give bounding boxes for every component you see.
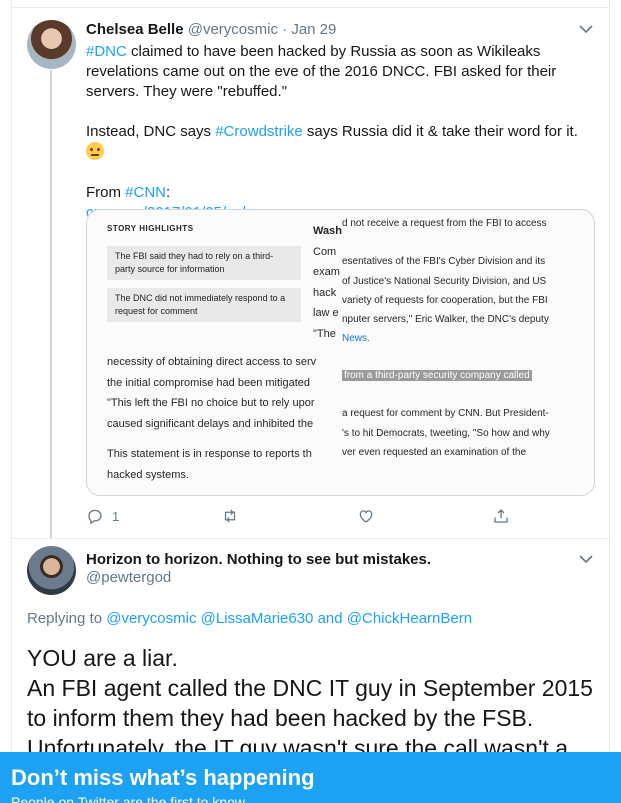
share-button[interactable] (492, 507, 510, 525)
display-name[interactable]: Chelsea Belle (86, 21, 184, 38)
reply-icon (88, 509, 102, 525)
article-fragment: a request for comment by CNN. But Presid… (342, 408, 549, 420)
article-body-right: from a third-party security company call… (342, 366, 550, 462)
article-fragment: hacked systems. (107, 468, 189, 481)
article-fragment: hack (313, 286, 337, 299)
tweet-body: #DNC claimed to have been hacked by Russ… (86, 42, 596, 223)
article-fragment: caused significant delays and inhibited … (107, 417, 314, 430)
retweet-button[interactable] (221, 507, 239, 525)
divider (11, 7, 610, 8)
article-fragment: variety of requests for cooperation, but… (342, 294, 548, 306)
divider (11, 538, 610, 539)
retweet-icon (224, 509, 236, 523)
tweet-text-line: From (86, 184, 126, 201)
mention-link[interactable]: @ChickHearnBern (347, 610, 472, 627)
article-body-bottom: This statement is in response to reports… (107, 444, 312, 485)
article-column-right: d not receive a request from the FBI to … (342, 214, 549, 349)
tweet-body: YOU are a liar. An FBI agent called the … (27, 643, 597, 763)
thread-connector (50, 70, 52, 538)
like-button[interactable] (357, 507, 375, 525)
article-fragment: of Justice's National Security Division,… (342, 275, 547, 287)
replying-label: Replying to (27, 610, 107, 627)
article-fragment: 's to hit Democrats, tweeting, "So how a… (342, 427, 550, 439)
tweet-text-line: to inform them they had been hacked by t… (27, 705, 534, 731)
article-fragment: d not receive a request from the FBI to … (342, 218, 547, 229)
article-fragment: This statement is in response to reports… (107, 448, 312, 460)
reply-count: 1 (112, 508, 120, 524)
display-name[interactable]: Horizon to horizon. Nothing to see but m… (86, 551, 431, 568)
tweet-text-line: An FBI agent called the DNC IT guy in Se… (27, 675, 593, 701)
article-fragment: News. (342, 333, 370, 345)
and-text: and (313, 610, 347, 627)
banner-title: Don’t miss what’s happening (11, 765, 315, 790)
signup-banner[interactable]: Don’t miss what’s happening People on Tw… (0, 752, 621, 803)
article-fragment: nputer servers," Eric Walker, the DNC's … (342, 314, 549, 326)
tweet-text-line: YOU are a liar. (27, 645, 178, 671)
share-icon (494, 509, 508, 523)
tweet-text-line: says Russia did it & take their word for… (302, 123, 578, 140)
hashtag-cnn[interactable]: #CNN (125, 184, 166, 201)
chevron-down-icon[interactable] (579, 22, 593, 37)
separator: · (282, 21, 288, 38)
heart-icon (359, 510, 373, 523)
article-column-left: Wash Com exam hack law e "The (313, 221, 342, 345)
story-highlights-title: STORY HIGHLIGHTS (107, 224, 194, 233)
user-handle[interactable]: @pewtergod (86, 569, 431, 586)
article-fragment: necessity of obtaining direct access to … (107, 356, 317, 368)
article-fragment: "This left the FBI no choice but to rely… (107, 397, 315, 410)
reply-button[interactable]: 1 (86, 507, 119, 525)
chevron-down-icon[interactable] (579, 552, 593, 567)
highlight-item: The FBI said they had to rely on a third… (107, 246, 301, 280)
avatar[interactable] (27, 546, 76, 595)
tweet-text-line: claimed to have been hacked by Russia as… (126, 43, 541, 60)
hashtag-crowdstrike[interactable]: #Crowdstrike (215, 123, 303, 140)
tweet-actions: 1 (86, 507, 566, 527)
article-fragment: Com (313, 245, 337, 258)
article-fragment: the initial compromise had been mitigate… (107, 376, 311, 389)
highlight-item: The DNC did not immediately respond to a… (107, 288, 301, 322)
hashtag-dnc[interactable]: #DNC (86, 43, 127, 60)
tweet-header: Horizon to horizon. Nothing to see but m… (86, 551, 431, 586)
tweet-text-line: Instead, DNC says (86, 123, 216, 140)
replying-to: Replying to @verycosmic @LissaMarie630 a… (27, 610, 472, 627)
mention-link[interactable]: @LissaMarie630 (201, 610, 314, 627)
tweet-header: Chelsea Belle @verycosmic · Jan 29 (86, 21, 336, 38)
avatar[interactable] (27, 20, 76, 69)
article-body-left: necessity of obtaining direct access to … (107, 352, 316, 434)
tweet-text-line: : (166, 184, 171, 201)
article-fragment: law e (313, 307, 339, 320)
highlighted-text: from a third-party security company call… (342, 370, 532, 381)
tweet-text-line: revelations came out on the eve of the 2… (86, 63, 557, 80)
article-fragment: ver even requested an examination of the (342, 446, 527, 458)
article-fragment: esentatives of the FBI's Cyber Division … (342, 256, 546, 268)
tweet-date[interactable]: Jan 29 (291, 21, 336, 38)
tweet-text-line: servers. They were "rebuffed." (86, 83, 288, 100)
article-fragment: exam (313, 266, 340, 279)
banner-subtitle: People on Twitter are the first to know. (11, 794, 249, 803)
user-handle[interactable]: @verycosmic (188, 21, 278, 38)
article-fragment: "The (313, 327, 336, 340)
raised-eyebrow-emoji-icon (86, 142, 104, 160)
mention-link[interactable]: @verycosmic (106, 610, 196, 627)
article-fragment: Wash (313, 225, 342, 237)
attached-image[interactable]: STORY HIGHLIGHTS The FBI said they had t… (86, 209, 595, 496)
